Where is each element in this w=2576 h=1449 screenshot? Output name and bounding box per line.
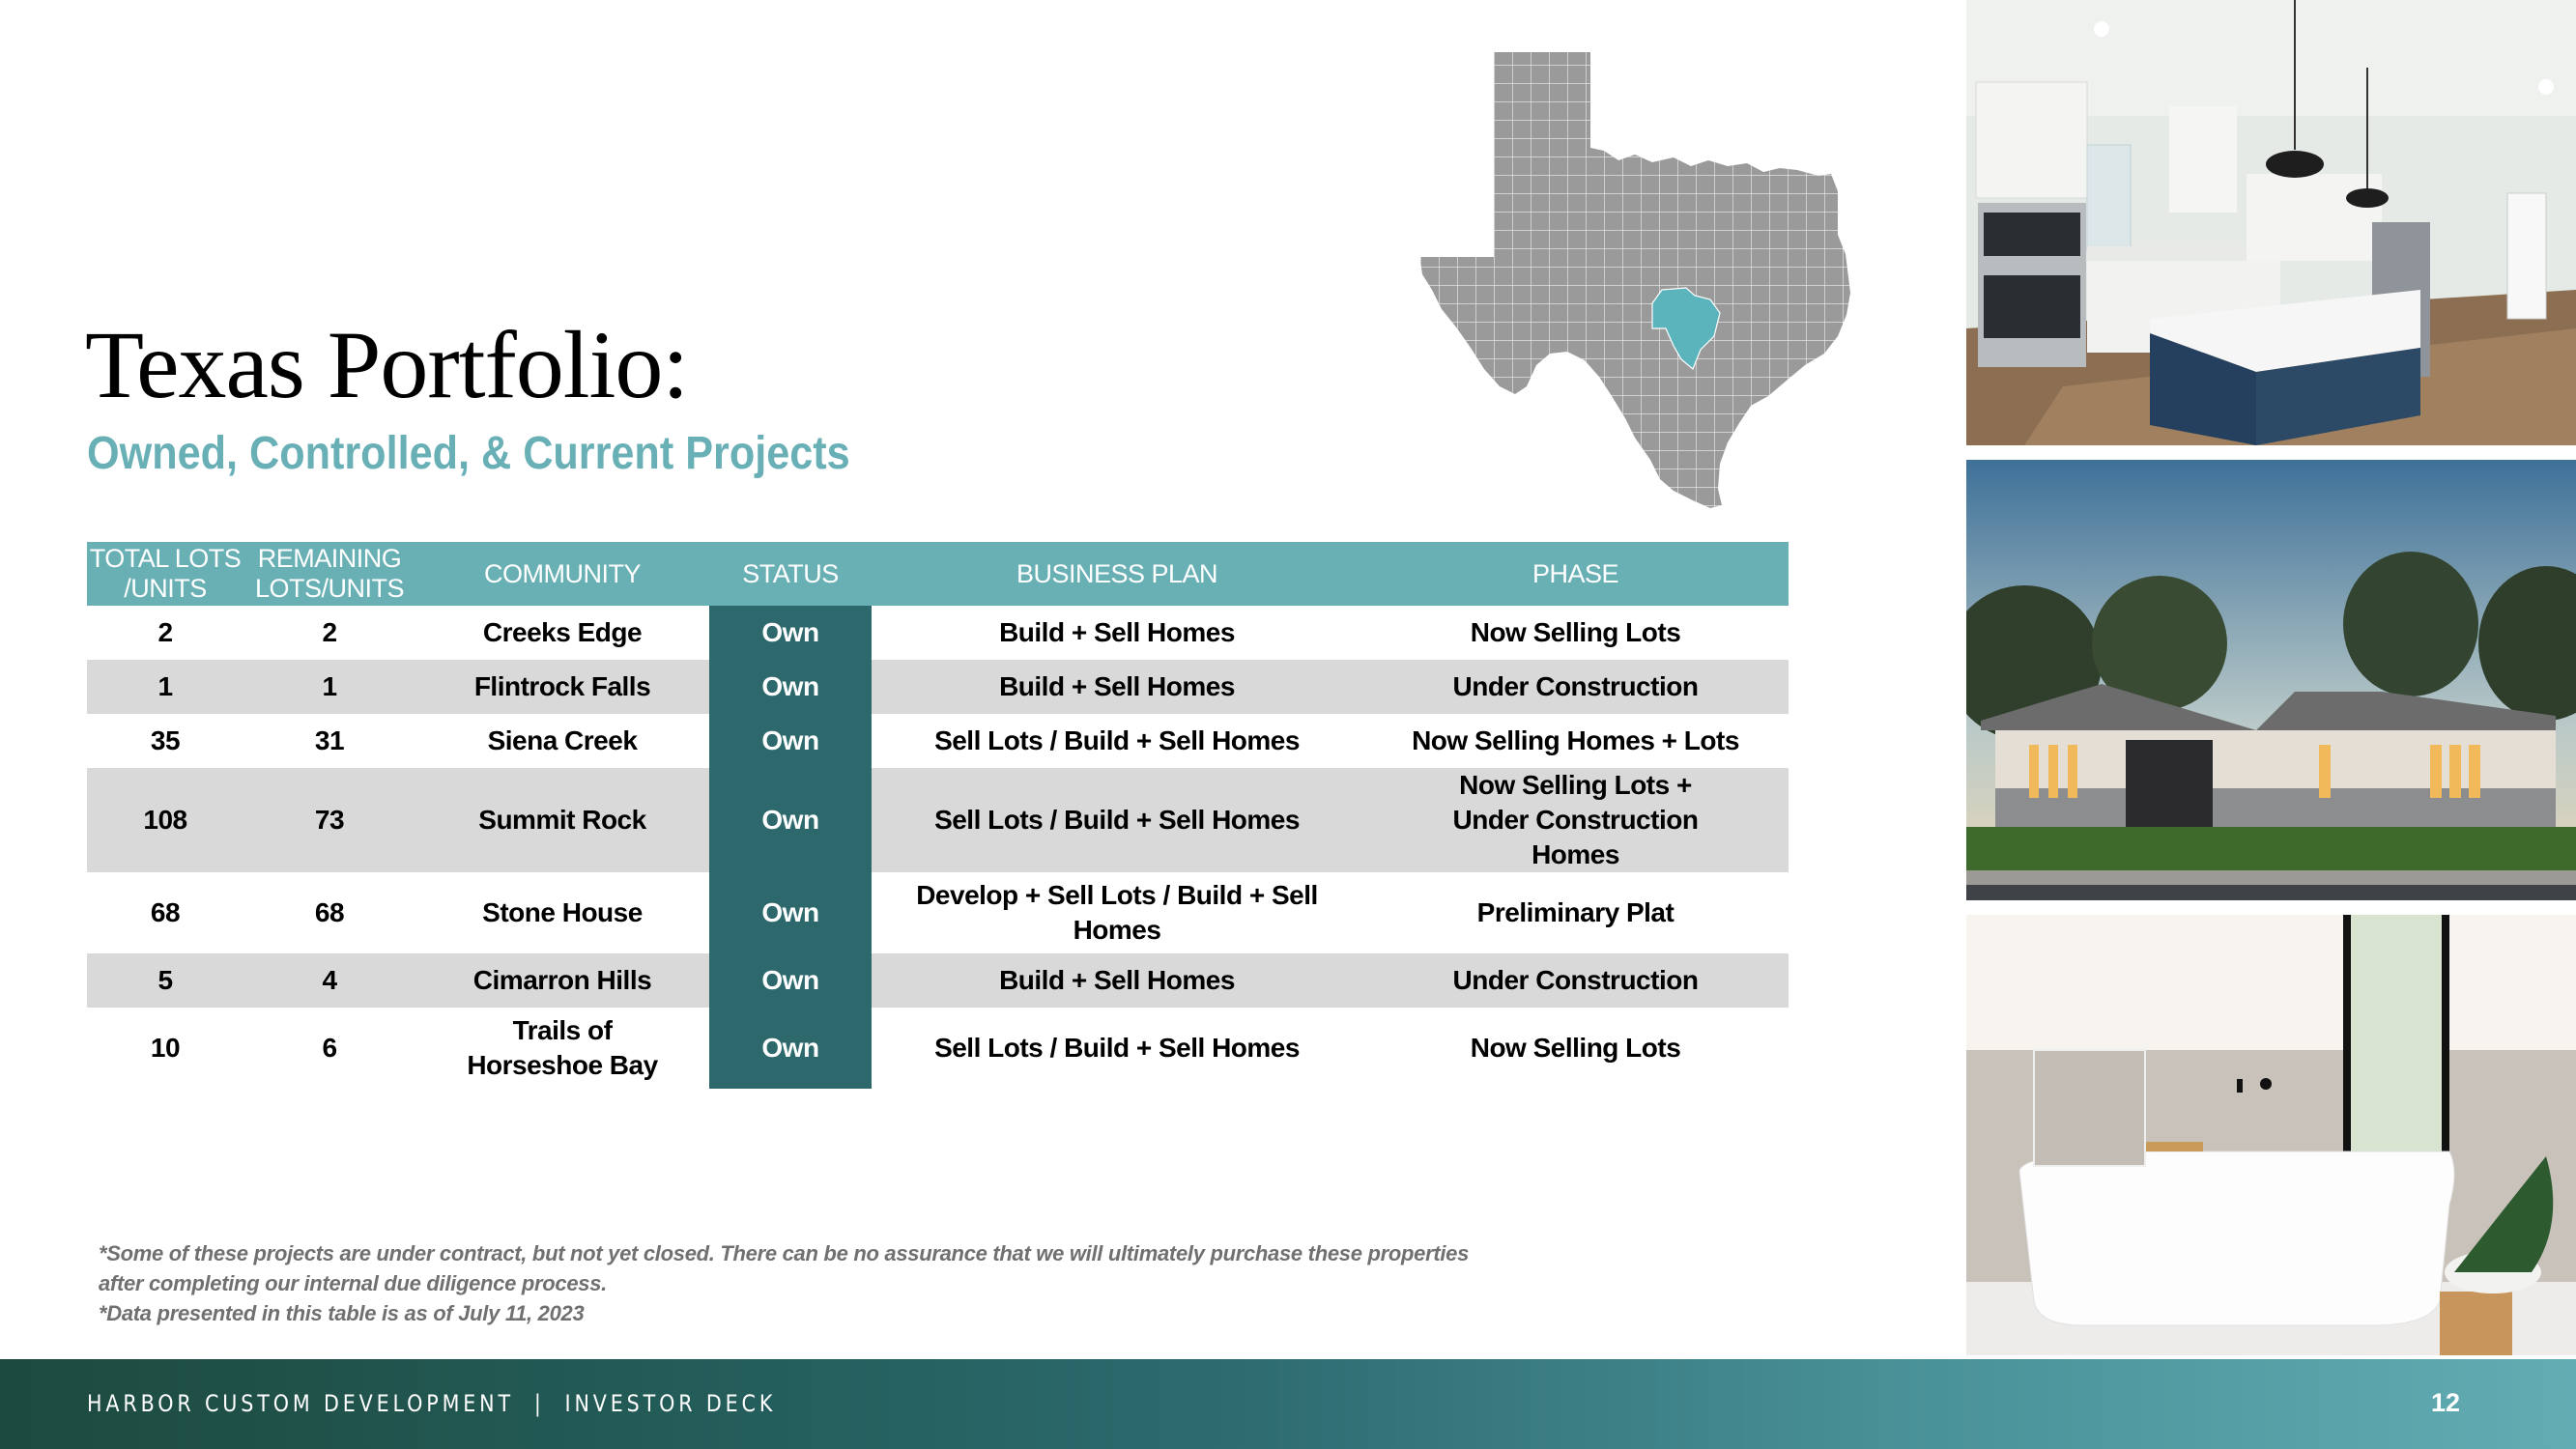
cell-status: Own: [709, 714, 872, 768]
cell-phase: Now Selling Lots: [1470, 617, 1681, 647]
cell-status: Own: [709, 953, 872, 1008]
texas-map: [1420, 46, 1923, 520]
page-number: 12: [2431, 1388, 2461, 1417]
cell-total: 1: [87, 660, 243, 714]
table-row: 35 31 Siena Creek Own Sell Lots / Build …: [87, 714, 1789, 768]
table-row: 68 68 Stone House Own Develop + Sell Lot…: [87, 872, 1789, 953]
cell-business-plan: Sell Lots / Build + Sell Homes: [872, 768, 1362, 872]
cell-total: 10: [150, 1033, 181, 1063]
cell-remaining: 6: [322, 1033, 337, 1063]
cell-business-plan: Build + Sell Homes: [999, 617, 1235, 647]
header-total-lots: TOTAL LOTS /UNITS: [87, 542, 243, 606]
cell-remaining: 4: [243, 953, 415, 1008]
footer-company-deck: HARBOR CUSTOM DEVELOPMENT | INVESTOR DEC…: [87, 1390, 777, 1417]
cell-phase: Now Selling Lots + Under Construction Ho…: [1362, 768, 1789, 872]
cell-community: Trails of Horseshoe Bay: [467, 1015, 658, 1080]
table-row: 10 6 Trails of Horseshoe Bay Own Sell Lo…: [87, 1008, 1789, 1089]
cell-total: 68: [150, 897, 181, 927]
cell-status: Own: [709, 606, 872, 660]
cell-business-plan: Sell Lots / Build + Sell Homes: [934, 725, 1300, 755]
cell-total: 35: [150, 725, 181, 755]
cell-status: Own: [709, 768, 872, 872]
cell-phase: Now Selling Lots: [1470, 1033, 1681, 1063]
cell-status: Own: [709, 660, 872, 714]
header-community: COMMUNITY: [415, 542, 709, 606]
table-row: 108 73 Summit Rock Own Sell Lots / Build…: [87, 768, 1789, 872]
kitchen-photo: [1966, 0, 2576, 445]
portfolio-table: TOTAL LOTS /UNITS REMAINING LOTS/UNITS C…: [87, 542, 1789, 1089]
cell-remaining: 2: [322, 617, 337, 647]
footer-bar: HARBOR CUSTOM DEVELOPMENT | INVESTOR DEC…: [0, 1359, 2576, 1449]
header-status: STATUS: [709, 542, 872, 606]
cell-business-plan: Sell Lots / Build + Sell Homes: [934, 1033, 1300, 1063]
header-remaining-lots: REMAINING LOTS/UNITS: [243, 542, 415, 606]
cell-community: Stone House: [482, 897, 643, 927]
cell-remaining: 73: [243, 768, 415, 872]
cell-phase: Under Construction: [1362, 660, 1789, 714]
cell-status: Own: [709, 1008, 872, 1089]
cell-total: 5: [87, 953, 243, 1008]
cell-community: Creeks Edge: [482, 617, 643, 647]
cell-total: 108: [87, 768, 243, 872]
slide-title: Texas Portfolio:: [85, 311, 689, 418]
header-business-plan: BUSINESS PLAN: [872, 542, 1362, 606]
footnote-contract: *Some of these projects are under contra…: [99, 1241, 1470, 1295]
bathroom-photo: [1966, 915, 2576, 1355]
cell-community: Siena Creek: [487, 725, 638, 755]
cell-remaining: 1: [243, 660, 415, 714]
cell-total: 2: [157, 617, 173, 647]
cell-status: Own: [709, 872, 872, 953]
cell-phase: Now Selling Homes + Lots: [1412, 725, 1739, 755]
slide-subtitle: Owned, Controlled, & Current Projects: [87, 428, 850, 479]
header-phase: PHASE: [1362, 542, 1789, 606]
cell-business-plan: Develop + Sell Lots / Build + Sell Homes: [916, 880, 1318, 945]
cell-phase: Preliminary Plat: [1476, 897, 1674, 927]
cell-community: Summit Rock: [415, 768, 709, 872]
table-row: 5 4 Cimarron Hills Own Build + Sell Home…: [87, 953, 1789, 1008]
table-row: 1 1 Flintrock Falls Own Build + Sell Hom…: [87, 660, 1789, 714]
footnotes: *Some of these projects are under contra…: [99, 1238, 1500, 1328]
cell-community: Flintrock Falls: [415, 660, 709, 714]
table-row: 2 2 Creeks Edge Own Build + Sell Homes N…: [87, 606, 1789, 660]
cell-phase: Under Construction: [1362, 953, 1789, 1008]
cell-community: Cimarron Hills: [415, 953, 709, 1008]
cell-remaining: 68: [314, 897, 345, 927]
cell-business-plan: Build + Sell Homes: [872, 953, 1362, 1008]
table-header-row: TOTAL LOTS /UNITS REMAINING LOTS/UNITS C…: [87, 542, 1789, 606]
cell-remaining: 31: [314, 725, 345, 755]
texas-map-graphic: [1420, 52, 1850, 508]
house-exterior-photo: [1966, 460, 2576, 900]
footnote-data-date: *Data presented in this table is as of J…: [99, 1301, 585, 1325]
cell-business-plan: Build + Sell Homes: [872, 660, 1362, 714]
